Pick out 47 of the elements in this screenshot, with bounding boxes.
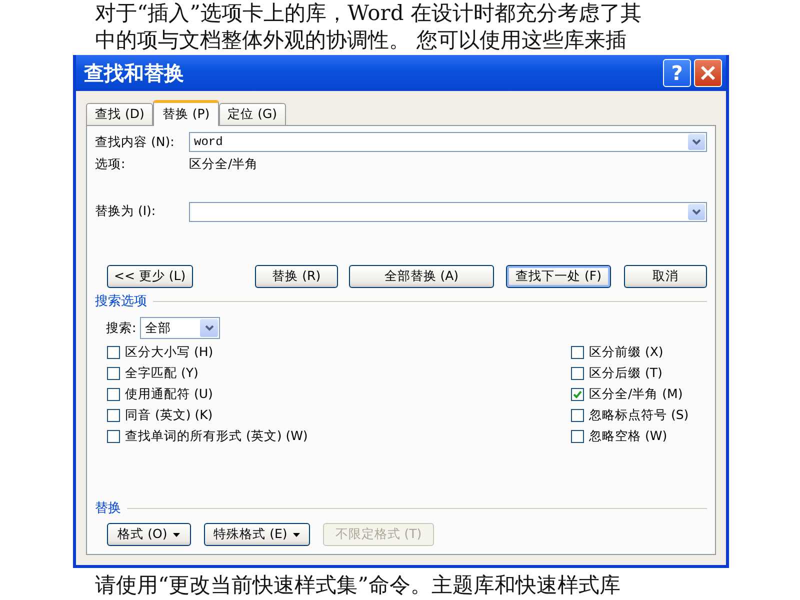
dialog-button[interactable]: 查找下一处 (F) xyxy=(506,264,612,288)
checkbox-label: 区分后缀 (T) xyxy=(589,364,662,382)
checkbox-label: 区分前缀 (X) xyxy=(589,343,664,362)
dialog-button[interactable]: 全部替换 (A) xyxy=(349,264,494,288)
section-heading: 替换 xyxy=(95,500,121,518)
document-text: 中的项与文档整体外观的协调性。 您可以使用这些库来插 xyxy=(95,27,628,54)
tab[interactable]: 替换 (P) xyxy=(153,100,219,126)
field-label: 查找内容 (N): xyxy=(95,132,176,151)
checkbox[interactable] xyxy=(107,388,120,402)
checkbox[interactable] xyxy=(107,409,120,422)
checkbox-label: 忽略标点符号 (S) xyxy=(589,406,689,424)
checkbox-label: 使用通配符 (U) xyxy=(125,385,213,404)
checkbox[interactable] xyxy=(107,346,120,360)
dialog-button[interactable]: 格式 (O) xyxy=(107,523,191,546)
checkbox-label: 查找单词的所有形式 (英文) (W) xyxy=(125,427,308,446)
checkbox-label: 同音 (英文) (K) xyxy=(125,406,213,424)
checkbox[interactable] xyxy=(107,430,120,444)
checkbox-label: 区分大小写 (H) xyxy=(125,343,214,362)
replace-with-field[interactable] xyxy=(189,202,707,222)
section-heading: 搜索选项 xyxy=(95,292,147,311)
field-label: 替换为 (I): xyxy=(95,202,157,220)
dialog-button[interactable]: 替换 (R) xyxy=(254,264,338,288)
search-label: 搜索: xyxy=(106,318,136,337)
checkbox-label: 忽略空格 (W) xyxy=(589,427,668,446)
checkbox-label: 全字匹配 (Y) xyxy=(125,364,198,382)
tab[interactable]: 定位 (G) xyxy=(218,103,286,125)
search-select[interactable]: 全部 xyxy=(140,317,220,340)
checkbox[interactable] xyxy=(571,367,584,380)
tab[interactable]: 查找 (D) xyxy=(86,103,154,125)
checkbox[interactable] xyxy=(107,367,120,380)
checkbox[interactable] xyxy=(571,430,584,444)
dialog-button[interactable]: 特殊格式 (E) xyxy=(204,523,310,546)
window-title: 查找和替换 xyxy=(84,60,185,87)
checkbox-label: 区分全/半角 (M) xyxy=(589,385,683,404)
find-what-field[interactable]: word xyxy=(189,132,707,152)
options-value: 区分全/半角 xyxy=(189,155,258,173)
help-button[interactable]: ? xyxy=(663,59,691,87)
dialog-button[interactable]: << 更少 (L) xyxy=(107,264,193,288)
close-icon xyxy=(699,64,717,82)
dialog-button[interactable]: 取消 xyxy=(624,264,707,288)
document-text: 对于“插入”选项卡上的库，Word 在设计时都充分考虑了其 xyxy=(95,0,642,27)
checkbox[interactable] xyxy=(571,388,584,402)
checkbox[interactable] xyxy=(571,409,584,422)
field-label: 选项: xyxy=(95,155,126,173)
checkbox[interactable] xyxy=(571,346,584,360)
close-button[interactable] xyxy=(694,59,722,87)
document-text: 请使用“更改当前快速样式集”命令。主题库和快速样式库 xyxy=(95,572,622,599)
